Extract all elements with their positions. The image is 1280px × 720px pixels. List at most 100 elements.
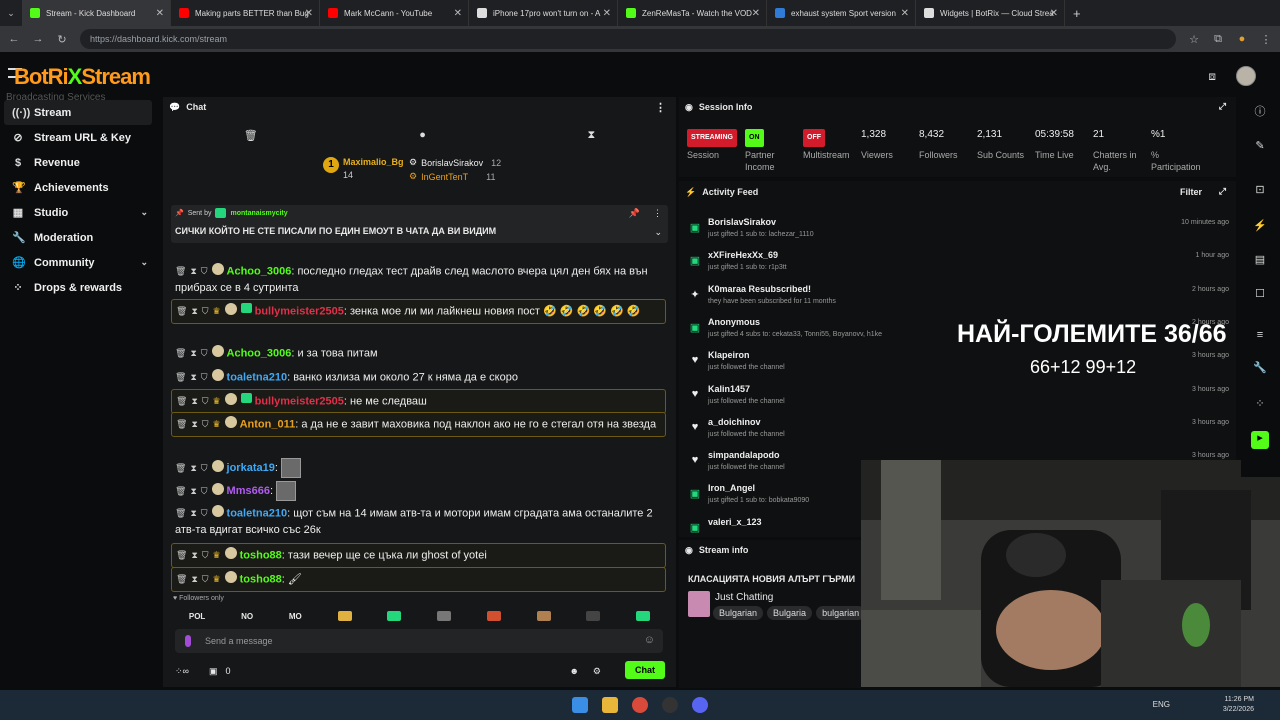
language-indicator[interactable]: ENG	[1153, 700, 1170, 709]
trash-icon[interactable]: 🗑	[175, 505, 186, 522]
windows-start-icon[interactable]	[572, 697, 588, 713]
browser-tab[interactable]: exhaust system Sport version ✕	[767, 0, 916, 26]
quick-emote[interactable]: MO	[289, 612, 302, 621]
chat-message[interactable]: 🗑 ⧗ ⛉ ♛ tosho88: 🖌	[171, 567, 666, 593]
browser-tab[interactable]: Stream - Kick Dashboard ✕	[22, 0, 171, 26]
timeout-icon[interactable]: ⧗	[191, 547, 197, 564]
close-tab-icon[interactable]: ✕	[901, 8, 909, 19]
pinned-message[interactable]: 📌 Sent by montanaismycity СИЧКИ КОЙТО НЕ С…	[171, 205, 668, 243]
chat-message[interactable]: 🗑 ⧗ ⛉ toaletna210: ванко излиза ми около 27…	[171, 366, 666, 389]
chevron-down-icon[interactable]: ⌄	[140, 207, 148, 218]
clock[interactable]: 11:26 PM 3/22/2026	[1223, 695, 1254, 715]
quick-emote[interactable]: NO	[241, 612, 253, 621]
close-tab-icon[interactable]: ✕	[454, 8, 462, 19]
shield-icon[interactable]: ⛉	[201, 345, 208, 362]
activity-user[interactable]: simpandalapodo	[708, 450, 780, 460]
chat-username[interactable]: Mms666	[227, 485, 270, 497]
close-tab-icon[interactable]: ✕	[1050, 8, 1058, 19]
bolt-icon[interactable]: ⚡	[1251, 219, 1269, 237]
shield-icon[interactable]: ⛉	[201, 369, 208, 386]
timeout-icon[interactable]: ⧗	[191, 393, 197, 410]
obs-icon[interactable]	[662, 697, 678, 713]
sidebar-item-revenue[interactable]: $ Revenue	[0, 150, 160, 175]
chat-username[interactable]: bullymeister2505	[255, 395, 344, 407]
chat-send-button[interactable]: Chat	[625, 661, 665, 679]
notes-icon[interactable]: ▤	[1251, 253, 1269, 271]
activity-user[interactable]: Iron_Angel	[708, 483, 755, 493]
speech-icon[interactable]: ●	[419, 129, 426, 141]
close-tab-icon[interactable]: ✕	[156, 8, 164, 19]
timeout-icon[interactable]: ⧗	[190, 505, 196, 522]
menu-icon[interactable]: ⋮	[1260, 33, 1272, 46]
info-icon[interactable]: ⓘ	[1251, 103, 1269, 121]
activity-user[interactable]: Kalin1457	[708, 384, 750, 394]
trash-icon[interactable]: 🗑	[176, 547, 187, 564]
trash-icon[interactable]: 🗑	[175, 369, 186, 386]
camera-focus-icon[interactable]: ⊡	[1251, 183, 1269, 201]
profile-icon[interactable]: ●	[1236, 33, 1248, 45]
bookmark-star-icon[interactable]: ☆	[1188, 33, 1200, 46]
top-gifter-1[interactable]: Maximalio_Bg	[343, 157, 404, 167]
quick-emote-icon[interactable]	[486, 611, 501, 621]
timeout-icon[interactable]: ⧗	[191, 303, 197, 320]
pinned-menu-icon[interactable]: ⋮	[653, 208, 662, 219]
chat-message[interactable]: 🗑 ⧗ ⛉ ♛ tosho88: тази вечер ще се цъка ли gh…	[171, 543, 666, 569]
sidebar-item-drops-rewards[interactable]: ⁘ Drops & rewards	[0, 275, 160, 300]
timeout-icon[interactable]: ⧗	[190, 369, 196, 386]
chat-username[interactable]: jorkata19	[227, 462, 275, 474]
chat-username[interactable]: toaletna210	[227, 507, 288, 519]
sidebar-item-stream[interactable]: ((·)) Stream	[4, 100, 152, 125]
browser-tab[interactable]: Mark McCann - YouTube ✕	[320, 0, 469, 26]
shield-icon[interactable]: ⛉	[201, 505, 208, 522]
hourglass-icon[interactable]: ⧗	[587, 129, 595, 142]
activity-user[interactable]: Klapeiron	[708, 350, 750, 360]
message-input[interactable]: Send a message ☺	[175, 629, 663, 653]
quick-emote-icon[interactable]	[586, 611, 601, 621]
quick-emote-icon[interactable]	[536, 611, 551, 621]
emoji-icon[interactable]: ☺	[644, 634, 655, 646]
chat-message[interactable]: 🗑 ⧗ ⛉ ♛ bullymeister2505: зенка мое ли ми ла…	[171, 299, 666, 325]
chat-message[interactable]: 🗑 ⧗ ⛉ Achoo_3006: и за това питам	[171, 342, 666, 365]
chat-message[interactable]: 🗑 ⧗ ⛉ toaletna210: щот съм на 14 имам атв-т…	[171, 502, 666, 542]
browser-tab[interactable]: iPhone 17pro won't turn on - A ✕	[469, 0, 618, 26]
chat-username[interactable]: tosho88	[240, 549, 282, 561]
shield-icon[interactable]: ⛉	[202, 547, 209, 564]
user-avatar[interactable]	[1236, 66, 1256, 86]
top-gifter-2[interactable]: ⚙ BorislavSirakov 12	[409, 157, 501, 168]
chat-username[interactable]: Achoo_3006	[227, 265, 292, 277]
new-tab-icon[interactable]: +	[1073, 6, 1081, 21]
shield-icon[interactable]: ⛉	[201, 460, 208, 477]
trash-icon[interactable]: 🗑	[244, 129, 258, 142]
quick-emote-icon[interactable]	[437, 611, 452, 621]
extensions-icon[interactable]: ⧉	[1212, 33, 1224, 46]
trash-icon[interactable]: 🗑	[175, 263, 186, 280]
timeout-icon[interactable]: ⧗	[190, 460, 196, 477]
shield-icon[interactable]: ⛉	[202, 416, 209, 433]
close-tab-icon[interactable]: ✕	[305, 8, 313, 19]
file-explorer-icon[interactable]	[602, 697, 618, 713]
forward-icon[interactable]: →	[32, 33, 44, 45]
chat-message[interactable]: 🗑 ⧗ ⛉ ♛ Anton_011: а да не е завит маховика …	[171, 412, 666, 438]
pencil-icon[interactable]: ✎	[1251, 139, 1269, 157]
trash-icon[interactable]: 🗑	[176, 571, 187, 588]
activity-user[interactable]: valeri_x_123	[708, 517, 762, 527]
trash-icon[interactable]: 🗑	[176, 303, 187, 320]
chat-username[interactable]: Anton_011	[240, 418, 296, 430]
nodes-icon[interactable]: ⁘	[1251, 397, 1269, 415]
shield-icon[interactable]: ⛉	[202, 393, 209, 410]
activity-user[interactable]: a_doichinov	[708, 417, 761, 427]
close-tab-icon[interactable]: ✕	[603, 8, 611, 19]
browser-tab[interactable]: ZenReMasTa - Watch the VOD ✕	[618, 0, 767, 26]
trash-icon[interactable]: 🗑	[175, 345, 186, 362]
chat-message[interactable]: 🗑 ⧗ ⛉ ♛ bullymeister2505: не ме следваш	[171, 389, 666, 415]
timeout-icon[interactable]: ⧗	[190, 483, 196, 500]
timeout-icon[interactable]: ⧗	[190, 345, 196, 362]
chat-username[interactable]: Achoo_3006	[227, 347, 292, 359]
discord-icon[interactable]	[692, 697, 708, 713]
pinned-user[interactable]: montanaismycity	[230, 210, 287, 217]
quick-emote-icon[interactable]	[337, 611, 352, 621]
trash-icon[interactable]: 🗑	[176, 393, 187, 410]
chat-username[interactable]: toaletna210	[227, 371, 288, 383]
filter-button[interactable]: Filter	[1180, 187, 1202, 197]
shield-icon[interactable]: ⛉	[201, 483, 208, 500]
